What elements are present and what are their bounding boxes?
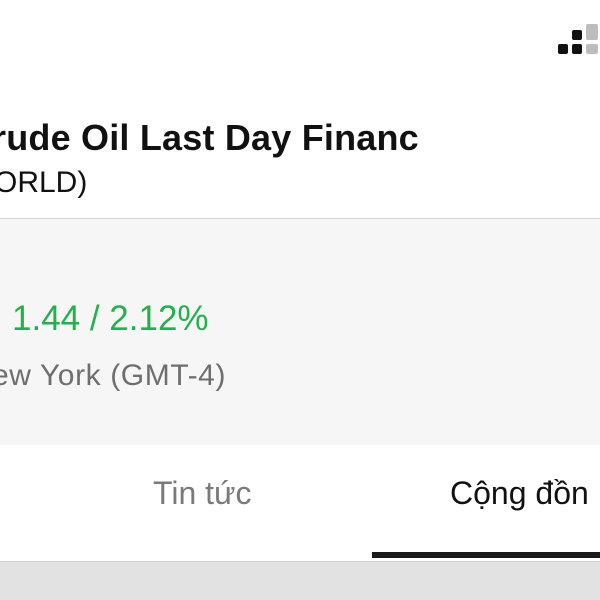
- status-bar: [0, 0, 600, 80]
- price-change: 1.44 / 2.12%: [12, 299, 209, 338]
- instrument-header: rude Oil Last Day Financ ORLD): [0, 80, 600, 219]
- tab-community[interactable]: Cộng đồn: [450, 475, 589, 512]
- active-tab-indicator: [372, 552, 600, 558]
- quote-panel: 1.44 / 2.12% ew York (GMT-4): [0, 219, 600, 445]
- content-area-top: [0, 561, 600, 600]
- page: rude Oil Last Day Financ ORLD) 1.44 / 2.…: [0, 0, 600, 600]
- signal-bars-icon: [558, 24, 598, 54]
- tab-news[interactable]: Tin tức: [153, 475, 251, 512]
- instrument-title: rude Oil Last Day Financ: [0, 117, 419, 158]
- market-timezone: ew York (GMT-4): [0, 359, 227, 392]
- exchange-label: ORLD): [0, 166, 88, 199]
- content-tabs: Tin tức Cộng đồn: [0, 445, 600, 561]
